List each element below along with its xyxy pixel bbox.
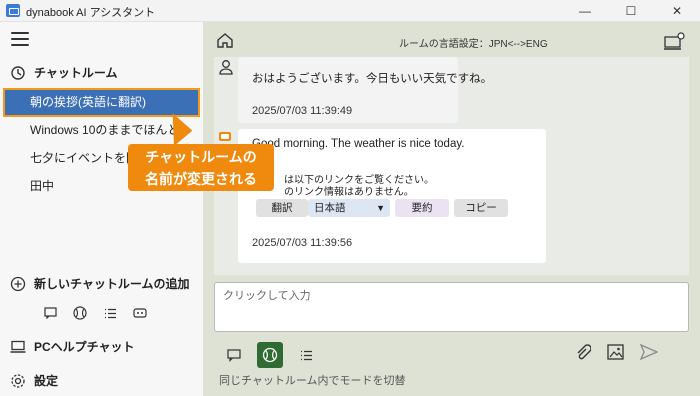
bot-message-text: Good morning. The weather is nice today. (252, 138, 465, 150)
translate-button[interactable]: 翻訳 (256, 199, 308, 217)
ball-mode-icon[interactable] (72, 305, 88, 321)
callout-line: 名前が変更される (145, 171, 257, 187)
annotation-callout: チャットルームの 名前が変更される (128, 144, 274, 191)
ball-mode-icon[interactable] (257, 342, 283, 368)
settings-button[interactable]: 設定 (10, 372, 58, 389)
room-language-setting: ルームの言語設定：JPN<-->ENG (399, 39, 548, 50)
list-mode-icon[interactable] (102, 305, 118, 321)
close-button[interactable]: ✕ (654, 0, 700, 22)
robot-mode-icon[interactable] (132, 305, 148, 321)
image-icon[interactable] (607, 344, 624, 365)
room-item-active[interactable]: 朝の挨拶(英語に翻訳) (3, 88, 200, 117)
attach-icon[interactable] (575, 344, 592, 365)
bot-avatar-icon (218, 129, 234, 145)
language-select-value: 日本語 (314, 202, 346, 214)
menu-icon[interactable] (11, 32, 29, 46)
gear-icon (11, 373, 25, 388)
pc-help-button[interactable]: PCヘルプチャット (10, 338, 135, 355)
minimize-button[interactable]: — (562, 0, 608, 22)
language-select[interactable]: 日本語 ▼ (308, 199, 390, 217)
bot-message-line: のリンク情報はありません。 (284, 187, 414, 198)
chat-area: おはようございます。今日もいい天気ですね。 2025/07/03 11:39:4… (214, 57, 689, 275)
history-icon (11, 65, 25, 80)
app-icon (6, 4, 20, 17)
send-icon[interactable] (639, 343, 659, 365)
mode-toolbar (221, 342, 319, 368)
chat-mode-icon[interactable] (221, 342, 247, 368)
user-message-time: 2025/07/03 11:39:49 (252, 105, 353, 117)
add-room-button[interactable]: 新しいチャットルームの追加 (10, 275, 190, 292)
plus-circle-icon (10, 276, 26, 291)
main-panel: ルームの言語設定：JPN<-->ENG おはようございます。今日もいい天気ですね… (203, 22, 700, 396)
settings-label: 設定 (34, 374, 59, 388)
pc-help-label: PCヘルプチャット (34, 340, 135, 354)
mode-hint: 同じチャットルーム内でモードを切替 (219, 375, 406, 387)
user-message-text: おはようございます。今日もいい天気ですね。 (252, 73, 493, 85)
callout-line: チャットルームの (145, 149, 257, 165)
window-title: dynabook AI アシスタント (26, 7, 156, 19)
mode-icons (42, 305, 148, 321)
chat-room-label: チャットルーム (34, 66, 118, 80)
chat-mode-icon[interactable] (42, 305, 58, 321)
title-bar: dynabook AI アシスタント — ☐ ✕ (0, 0, 700, 22)
laptop-icon (10, 340, 26, 353)
sidebar: チャットルーム 朝の挨拶(英語に翻訳) Windows 10のままでほんと...… (0, 22, 203, 396)
pc-settings-icon[interactable] (664, 31, 686, 54)
user-avatar-icon (218, 59, 234, 75)
home-icon[interactable] (216, 31, 234, 52)
input-actions (575, 343, 659, 365)
chevron-down-icon: ▼ (376, 203, 385, 213)
summary-button[interactable]: 要約 (395, 199, 449, 217)
copy-button[interactable]: コピー (454, 199, 508, 217)
bot-message-time: 2025/07/03 11:39:56 (252, 237, 353, 249)
chat-room-header: チャットルーム (10, 64, 118, 81)
maximize-button[interactable]: ☐ (608, 0, 654, 22)
list-mode-icon[interactable] (293, 342, 319, 368)
message-input[interactable]: クリックして入力 (214, 282, 689, 332)
add-room-label: 新しいチャットルームの追加 (34, 277, 190, 291)
